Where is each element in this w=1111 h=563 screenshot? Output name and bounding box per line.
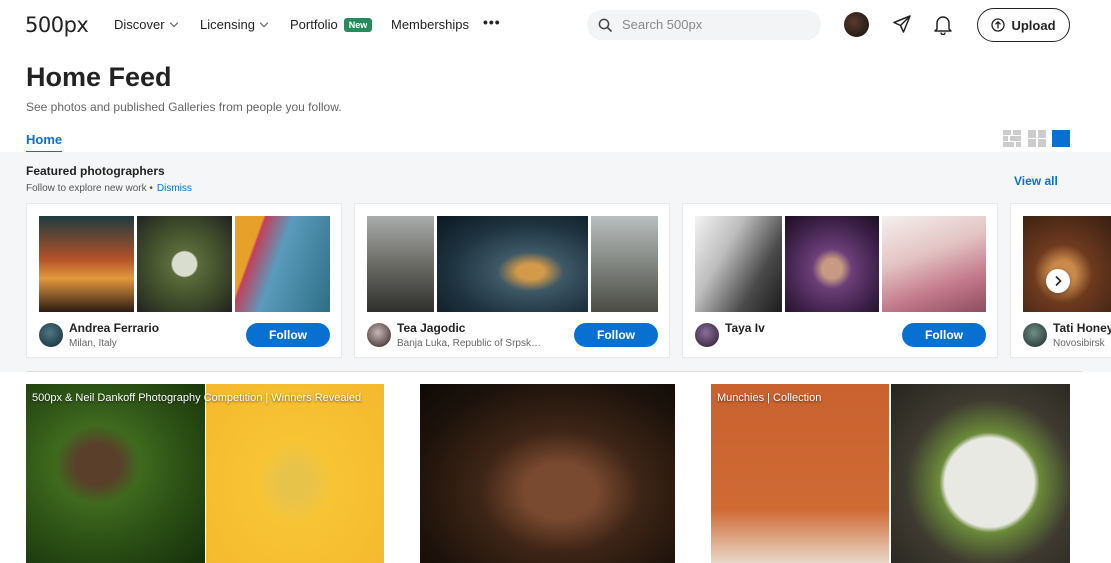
gallery-photo[interactable] <box>206 384 384 563</box>
view-all-link[interactable]: View all <box>1014 174 1058 188</box>
tab-home[interactable]: Home <box>26 132 63 153</box>
photographer-name[interactable]: Tati Honey <box>1053 321 1111 335</box>
nav-portfolio[interactable]: Portfolio New <box>290 17 373 32</box>
avatar[interactable] <box>1023 323 1047 347</box>
nav-discover-label: Discover <box>114 17 165 32</box>
grid-view-icon[interactable] <box>1003 130 1021 147</box>
carousel-next-button[interactable] <box>1046 269 1070 293</box>
nav-licensing-label: Licensing <box>200 17 255 32</box>
avatar[interactable] <box>695 323 719 347</box>
nav-memberships[interactable]: Memberships <box>391 17 469 32</box>
follow-button[interactable]: Follow <box>574 323 658 347</box>
nav-memberships-label: Memberships <box>391 17 470 32</box>
send-icon[interactable] <box>892 14 912 34</box>
photographer-card[interactable]: Andrea Ferrario Milan, Italy Follow <box>26 203 342 358</box>
gallery-photo[interactable] <box>711 384 889 563</box>
photographer-card[interactable]: Tea Jagodic Banja Luka, Republic of Srps… <box>354 203 670 358</box>
top-nav: 500px Discover Licensing Portfolio New Me… <box>0 0 1111 50</box>
nav-discover[interactable]: Discover <box>114 17 178 32</box>
section-title: Featured photographers <box>26 164 165 178</box>
photographer-location: Novosibirsk <box>1053 338 1105 349</box>
upload-label: Upload <box>1011 17 1056 33</box>
page-subtitle: See photos and published Galleries from … <box>26 100 342 114</box>
chevron-right-icon <box>1055 275 1062 287</box>
gallery-photo[interactable] <box>420 384 675 563</box>
chevron-down-icon <box>259 18 269 28</box>
search-bar[interactable] <box>587 10 821 40</box>
user-avatar[interactable] <box>844 12 869 37</box>
featured-photographers-section: Featured photographers Follow to explore… <box>0 152 1111 372</box>
card-photo[interactable] <box>695 216 782 312</box>
logo[interactable]: 500px <box>25 13 89 37</box>
card-photo[interactable] <box>137 216 232 312</box>
gallery-photo[interactable] <box>26 384 205 563</box>
search-icon <box>598 18 612 32</box>
bell-icon[interactable] <box>933 13 953 35</box>
photographer-card[interactable]: Taya Iv Follow <box>682 203 998 358</box>
upload-arrow-icon <box>991 18 1006 32</box>
avatar[interactable] <box>367 323 391 347</box>
more-menu-button[interactable]: ••• <box>483 14 501 30</box>
photographer-name[interactable]: Taya Iv <box>725 321 765 335</box>
card-photo[interactable] <box>882 216 986 312</box>
follow-button[interactable]: Follow <box>902 323 986 347</box>
card-photo[interactable] <box>235 216 330 312</box>
search-input[interactable] <box>622 17 802 32</box>
new-badge: New <box>343 18 373 32</box>
nav-licensing[interactable]: Licensing <box>200 17 269 32</box>
single-view-icon[interactable] <box>1052 130 1070 147</box>
card-photo[interactable] <box>785 216 879 312</box>
divider <box>26 371 1082 372</box>
avatar[interactable] <box>39 323 63 347</box>
card-photo[interactable] <box>1023 216 1111 312</box>
card-photo[interactable] <box>591 216 658 312</box>
section-subtitle-text: Follow to explore new work • <box>26 183 153 194</box>
photographer-location: Milan, Italy <box>69 338 117 349</box>
photographer-location: Banja Luka, Republic of Srpsk… <box>397 338 541 349</box>
page-title: Home Feed <box>26 62 172 92</box>
card-photo[interactable] <box>39 216 134 312</box>
card-photo[interactable] <box>437 216 588 312</box>
gallery-caption[interactable]: Munchies | Collection <box>717 392 821 404</box>
photographer-name[interactable]: Tea Jagodic <box>397 321 465 335</box>
gallery-photo[interactable] <box>891 384 1070 563</box>
follow-button[interactable]: Follow <box>246 323 330 347</box>
photographer-name[interactable]: Andrea Ferrario <box>69 321 159 335</box>
upload-button[interactable]: Upload <box>977 8 1070 42</box>
gallery-caption[interactable]: 500px & Neil Dankoff Photography Competi… <box>32 392 361 404</box>
nav-portfolio-label: Portfolio <box>290 17 338 32</box>
tile-view-icon[interactable] <box>1028 130 1046 147</box>
card-photo[interactable] <box>367 216 434 312</box>
dismiss-link[interactable]: Dismiss <box>157 183 192 194</box>
chevron-down-icon <box>169 18 178 28</box>
section-subtitle: Follow to explore new work • Dismiss <box>26 183 192 194</box>
